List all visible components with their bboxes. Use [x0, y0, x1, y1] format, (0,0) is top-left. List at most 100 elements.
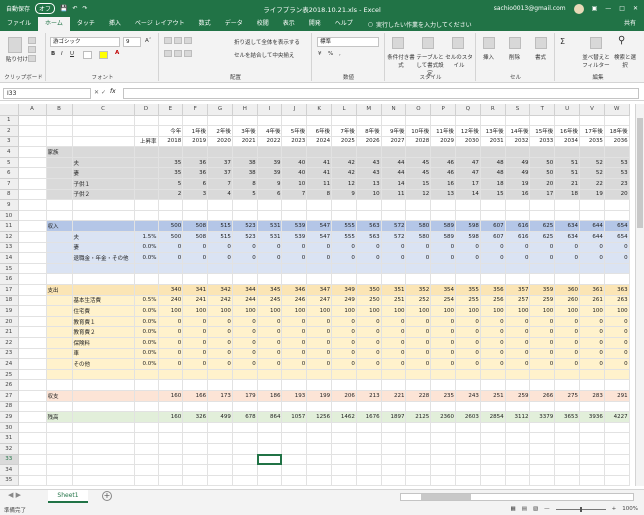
cell[interactable]: [306, 115, 333, 127]
cell[interactable]: 0: [604, 337, 630, 349]
cell[interactable]: [158, 443, 184, 455]
cell[interactable]: 100: [158, 305, 184, 317]
cell[interactable]: [579, 379, 605, 391]
comma-icon[interactable]: ,: [339, 51, 341, 57]
cell[interactable]: [18, 167, 47, 180]
cell[interactable]: 0: [430, 337, 457, 349]
row-header[interactable]: 12: [0, 231, 19, 243]
cell[interactable]: [381, 422, 407, 434]
cell[interactable]: [554, 422, 581, 434]
cell[interactable]: [430, 454, 457, 466]
cell[interactable]: 4: [207, 189, 233, 201]
cell[interactable]: 0: [281, 252, 308, 264]
cell[interactable]: [381, 401, 407, 413]
cell[interactable]: 0: [182, 326, 209, 338]
cell[interactable]: 531: [257, 220, 283, 233]
cell[interactable]: [46, 136, 73, 148]
cell[interactable]: [18, 379, 47, 391]
cell[interactable]: 46: [430, 157, 457, 169]
cell[interactable]: 100: [604, 305, 630, 317]
cell[interactable]: [579, 210, 605, 222]
cell[interactable]: [46, 125, 73, 137]
cell[interactable]: [405, 464, 432, 476]
cell[interactable]: 0: [455, 252, 481, 264]
cell[interactable]: 2025: [331, 136, 357, 148]
cell[interactable]: 13: [430, 189, 457, 201]
cell[interactable]: 37: [207, 167, 233, 180]
cell[interactable]: 580: [405, 220, 432, 233]
cell[interactable]: [72, 464, 135, 476]
cell[interactable]: 0: [505, 326, 531, 338]
cell[interactable]: 38: [232, 157, 258, 169]
cell[interactable]: [182, 369, 209, 381]
cell[interactable]: [281, 432, 308, 444]
cell[interactable]: [207, 454, 233, 466]
cell[interactable]: 531: [257, 231, 283, 243]
cell[interactable]: [281, 475, 308, 486]
cell[interactable]: 3936: [579, 411, 605, 423]
cell[interactable]: 2018: [158, 136, 184, 148]
cell[interactable]: 2020: [207, 136, 233, 148]
cell[interactable]: 500: [158, 220, 184, 233]
cell[interactable]: 0: [232, 348, 258, 360]
cell[interactable]: 0: [207, 316, 233, 328]
cell[interactable]: 19: [579, 189, 605, 201]
cell[interactable]: [281, 443, 308, 455]
cell[interactable]: [554, 210, 581, 222]
tab-data[interactable]: データ: [218, 17, 250, 31]
cell[interactable]: [331, 475, 357, 486]
cell[interactable]: 支出: [46, 284, 73, 296]
cell[interactable]: [331, 464, 357, 476]
cell[interactable]: 355: [455, 284, 481, 296]
cell[interactable]: 260: [554, 295, 581, 307]
cell[interactable]: [604, 210, 630, 222]
cell[interactable]: 523: [232, 220, 258, 233]
cell[interactable]: [18, 348, 47, 360]
cell[interactable]: [505, 454, 531, 466]
cell[interactable]: [182, 464, 209, 476]
cell[interactable]: [306, 273, 333, 285]
cell[interactable]: 2036: [604, 136, 630, 148]
cell[interactable]: 100: [480, 305, 506, 317]
cell[interactable]: 254: [430, 295, 457, 307]
cell[interactable]: 0: [455, 358, 481, 370]
cell[interactable]: [72, 432, 135, 444]
cell[interactable]: 0: [182, 316, 209, 328]
cell[interactable]: [232, 146, 258, 158]
cell[interactable]: [604, 443, 630, 455]
cell[interactable]: 20: [529, 178, 556, 190]
cell[interactable]: 3653: [554, 411, 581, 423]
conditional-format-icon[interactable]: [392, 37, 404, 49]
tab-review[interactable]: 校閲: [250, 17, 276, 31]
cell[interactable]: 47: [455, 167, 481, 180]
column-header[interactable]: L: [331, 104, 357, 116]
cell[interactable]: 基本生活費: [72, 295, 135, 307]
column-header[interactable]: R: [480, 104, 506, 116]
cell[interactable]: [207, 432, 233, 444]
cell[interactable]: 13: [356, 178, 382, 190]
cell[interactable]: 345: [257, 284, 283, 296]
cell[interactable]: 子供２: [72, 189, 135, 201]
cell[interactable]: 40: [281, 157, 308, 169]
cell[interactable]: 40: [281, 167, 308, 180]
cell[interactable]: 0: [430, 326, 457, 338]
cell[interactable]: 0: [257, 242, 283, 254]
cell[interactable]: [430, 379, 457, 391]
cell[interactable]: [331, 422, 357, 434]
cell[interactable]: [281, 146, 308, 158]
cell[interactable]: [257, 443, 283, 455]
cell[interactable]: [480, 146, 506, 158]
tab-developer[interactable]: 開発: [302, 17, 328, 31]
cut-icon[interactable]: [28, 37, 36, 44]
cell[interactable]: [46, 348, 73, 360]
minimize-icon[interactable]: —: [605, 5, 611, 12]
cell[interactable]: [430, 422, 457, 434]
find-select-icon[interactable]: ⚲: [618, 35, 625, 46]
cell[interactable]: [134, 157, 159, 169]
cell[interactable]: 0.0%: [134, 348, 159, 360]
cell[interactable]: 8: [232, 178, 258, 190]
cell[interactable]: 0: [158, 358, 184, 370]
align-left-icon[interactable]: [164, 50, 172, 57]
cell[interactable]: 0: [158, 316, 184, 328]
cell[interactable]: 0.0%: [134, 305, 159, 317]
